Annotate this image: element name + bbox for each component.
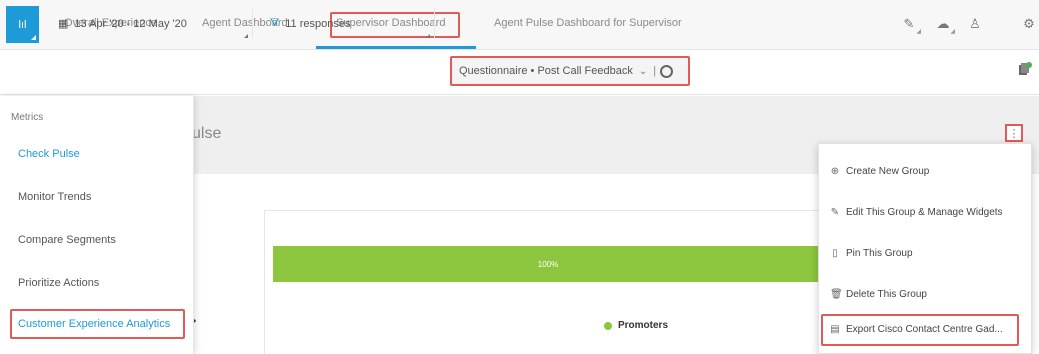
menu-item-label: Create New Group: [846, 166, 930, 177]
menu-item-label: Delete This Group: [846, 289, 927, 300]
active-tab-underline: [316, 46, 476, 49]
filter-divider: [434, 8, 435, 38]
menu-item-create-new-group[interactable]: ⊕ Create New Group: [830, 166, 930, 177]
group-options-button[interactable]: ⋮: [1005, 124, 1023, 142]
widget-card: [264, 210, 824, 354]
sidebar-item-compare-segments[interactable]: Compare Segments: [18, 234, 116, 246]
promoters-bar: 100%: [273, 246, 823, 282]
menu-item-edit-group[interactable]: ✎ Edit This Group & Manage Widgets: [830, 207, 1003, 218]
bar-data-label: 100%: [537, 259, 559, 269]
trash-icon: 🗑: [830, 289, 843, 300]
responses-filter[interactable]: ⛛ 11 responses: [270, 17, 350, 30]
filter-divider: [252, 8, 253, 38]
chart-legend: Promoters: [604, 320, 668, 331]
questionnaire-selector[interactable]: Questionnaire • Post Call Feedback ⌄ |: [450, 56, 690, 86]
date-range-caret: [244, 34, 248, 38]
sidebar-heading: Metrics: [11, 112, 44, 123]
settings-icon[interactable]: ⚙: [1020, 15, 1038, 33]
sidebar-item-highlight: [10, 309, 185, 339]
hierarchy-icon[interactable]: ♙: [966, 15, 984, 33]
edit-icon[interactable]: ✎ ◢: [900, 15, 921, 35]
sidebar-item-check-pulse[interactable]: Check Pulse: [18, 148, 80, 160]
legend-swatch: [604, 321, 612, 330]
loading-icon: [660, 64, 674, 78]
metrics-menu-button[interactable]: lıl: [6, 6, 39, 43]
menu-item-highlight: [821, 314, 1019, 346]
menu-item-label: Edit This Group & Manage Widgets: [846, 207, 1003, 218]
sidebar-item-monitor-trends[interactable]: Monitor Trends: [18, 191, 91, 203]
calendar-icon: ▦: [58, 18, 69, 30]
chevron-down-icon: ⌄: [638, 65, 648, 77]
pencil-icon: ✎: [830, 207, 840, 218]
menu-item-label: Pin This Group: [846, 248, 913, 259]
responses-caret: [426, 34, 430, 38]
questionnaire-label: Questionnaire • Post Call Feedback: [459, 65, 633, 77]
pin-icon: ▯: [832, 248, 838, 259]
date-range-filter[interactable]: ▦ 13 Apr '20 - 12 May '20: [58, 17, 187, 31]
cloud-icon[interactable]: ☁ ◢: [934, 15, 956, 35]
legend-label: Promoters: [618, 320, 669, 331]
tab-agent-pulse-dashboard[interactable]: Agent Pulse Dashboard for Supervisor: [494, 17, 682, 29]
group-title: ulse: [192, 125, 222, 142]
funnel-icon: ⛛: [270, 17, 280, 29]
separator: |: [653, 65, 657, 77]
flag-notification-icon[interactable]: [1018, 62, 1032, 78]
responses-label: 11 responses: [285, 17, 351, 30]
add-circle-icon: ⊕: [830, 166, 840, 177]
sidebar-item-prioritize-actions[interactable]: Prioritize Actions: [18, 277, 99, 289]
date-range-label: 13 Apr '20 - 12 May '20: [74, 17, 187, 30]
menu-item-delete-group[interactable]: 🗑 Delete This Group: [830, 289, 927, 300]
bar-chart-icon: lıl: [18, 18, 27, 31]
menu-item-pin-group[interactable]: ▯ Pin This Group: [830, 248, 913, 259]
